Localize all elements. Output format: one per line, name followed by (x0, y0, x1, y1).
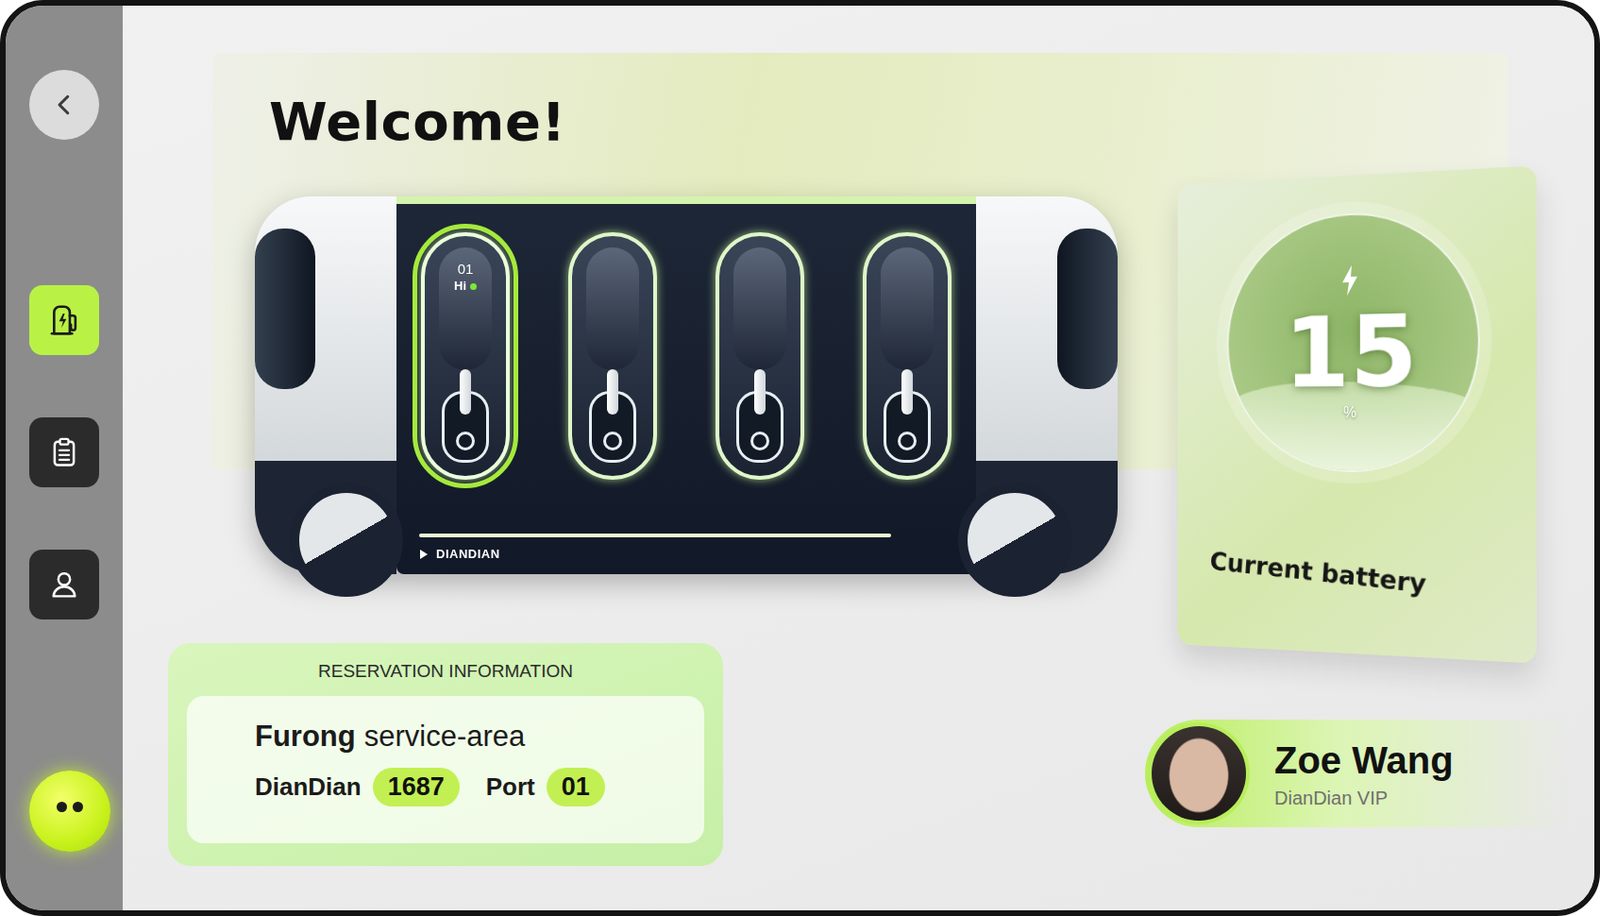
port-label: Port (486, 772, 536, 802)
sidebar-nav (29, 285, 100, 620)
battery-value: 15 (1283, 298, 1418, 405)
battery-gauge: 15 % (1227, 207, 1481, 474)
user-card[interactable]: Zoe Wang DianDian VIP (1145, 719, 1572, 827)
reservation-heading: RESERVATION INFORMATION (186, 659, 705, 683)
user-info: Zoe Wang DianDian VIP (1274, 738, 1454, 809)
plug-socket (736, 390, 784, 463)
user-name: Zoe Wang (1274, 738, 1454, 782)
charger-icon (46, 302, 83, 338)
charging-port[interactable]: 01 Hi (421, 232, 510, 480)
port-screen (880, 247, 934, 371)
port-screen (733, 247, 787, 371)
reservation-place: Furong service-area (254, 718, 686, 755)
robot-lamp (254, 228, 316, 389)
reservation-details: Furong service-area DianDian 1687 Port 0… (186, 695, 705, 843)
plug-icon (459, 369, 472, 415)
port-number: 01 (457, 260, 474, 278)
sidebar-item[interactable] (29, 549, 100, 620)
socket-ring (603, 431, 623, 451)
robot-lamp (1057, 228, 1118, 389)
port-greeting: Hi (454, 277, 477, 295)
port-screen: 01 Hi (438, 247, 492, 371)
assistant-eye-icon (56, 801, 68, 812)
plug-socket (883, 390, 931, 463)
app-frame: Welcome! 01 Hi DIANDIAN 15 % Current bat… (0, 0, 1600, 916)
charging-port[interactable] (715, 232, 805, 480)
reservation-card: RESERVATION INFORMATION Furong service-a… (168, 642, 724, 866)
status-dot (470, 283, 477, 290)
lightning-icon (1339, 264, 1361, 298)
robot-wheel (958, 483, 1072, 597)
place-name: Furong (254, 718, 356, 755)
socket-ring (750, 431, 770, 451)
main-area: Welcome! 01 Hi DIANDIAN 15 % Current bat… (122, 5, 1595, 910)
charging-port[interactable] (862, 232, 952, 480)
robot-core: 01 Hi DIANDIAN (396, 196, 977, 574)
bottom-row: RESERVATION INFORMATION Furong service-a… (122, 642, 1595, 866)
assistant-button[interactable] (29, 770, 111, 852)
robot-wheel (289, 483, 404, 597)
assistant-eye-icon (72, 801, 84, 812)
plug-icon (901, 369, 913, 415)
port-screen (586, 247, 640, 371)
charging-robot: 01 Hi DIANDIAN (254, 196, 1118, 597)
sidebar-item[interactable] (29, 285, 100, 355)
sidebar-item[interactable] (29, 417, 100, 488)
battery-card: 15 % Current battery (1178, 165, 1537, 663)
user-avatar (1147, 722, 1250, 825)
charging-port[interactable] (568, 232, 657, 480)
plug-socket (589, 390, 637, 463)
user-icon (47, 567, 82, 602)
reservation-station-row: DianDian 1687 Port 01 (254, 767, 686, 807)
plug-socket (441, 390, 489, 463)
socket-ring (897, 431, 917, 451)
station-number: 1687 (372, 767, 460, 807)
back-button[interactable] (29, 69, 100, 140)
station-label: DianDian (254, 772, 362, 802)
welcome-title: Welcome! (269, 90, 1509, 153)
play-logo-icon (419, 548, 429, 560)
port-list: 01 Hi (421, 232, 952, 480)
robot-light-strip (419, 533, 892, 538)
clipboard-icon (47, 435, 82, 470)
robot-brand-bar: DIANDIAN (396, 533, 977, 574)
battery-unit: % (1343, 404, 1357, 422)
plug-icon (606, 369, 619, 415)
battery-label: Current battery (1201, 545, 1428, 637)
socket-ring (455, 431, 475, 451)
sidebar (5, 5, 123, 910)
chevron-left-icon (50, 90, 79, 119)
avatar-photo (1151, 725, 1247, 821)
robot-brand-text: DIANDIAN (436, 546, 501, 561)
robot-brand: DIANDIAN (419, 546, 977, 561)
plug-icon (754, 369, 766, 415)
user-tier: DianDian VIP (1274, 787, 1454, 809)
place-type: service-area (364, 718, 526, 755)
port-number-pill: 01 (546, 767, 606, 807)
